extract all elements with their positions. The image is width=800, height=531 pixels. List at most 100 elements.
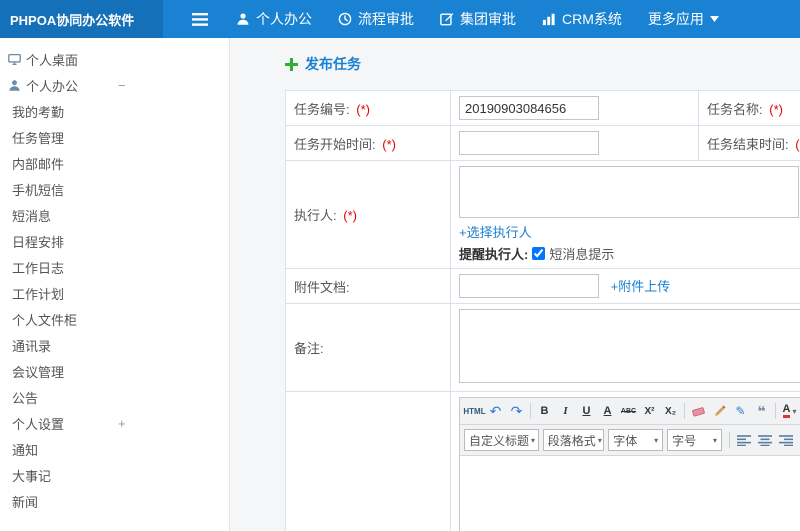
sidebar-item-mobile-sms[interactable]: 手机短信 xyxy=(0,176,229,202)
sidebar-item-notice[interactable]: 通知 xyxy=(0,436,229,462)
editor-toolbar-row1: HTML ↶ ↷ B I U A ABC X² X₂ ✎ ❝ A ▾ xyxy=(460,398,800,425)
sidebar-item-label: 个人文件柜 xyxy=(12,312,78,328)
executor-selection-box[interactable] xyxy=(459,166,799,218)
text-color-glyph: A xyxy=(782,404,791,418)
page-header: 发布任务 xyxy=(285,54,800,74)
attachment-label-cell: 附件文档: xyxy=(285,268,451,304)
expand-toggle-icon[interactable]: + xyxy=(118,410,126,436)
sidebar-item-milestones[interactable]: 大事记 xyxy=(0,462,229,488)
subscript-button[interactable]: X₂ xyxy=(660,401,681,421)
start-time-label-cell: 任务开始时间: (*) xyxy=(285,125,451,161)
sidebar-item-contacts[interactable]: 通讯录 xyxy=(0,332,229,358)
form-row-description: 任务描述: (*) HTML ↶ ↷ B I U A ABC X² xyxy=(285,391,800,531)
font-size-select[interactable]: 字号 ▾ xyxy=(667,429,723,451)
sidebar-item-personal-desktop[interactable]: 个人桌面 xyxy=(0,46,229,72)
sidebar-item-personal-settings[interactable]: 个人设置 + xyxy=(0,410,229,436)
nav-item-group-approval[interactable]: 集团审批 xyxy=(427,0,529,38)
add-plus-icon xyxy=(285,57,298,71)
sidebar-item-label: 会议管理 xyxy=(12,364,65,380)
attachment-upload-link[interactable]: +附件上传 xyxy=(611,279,671,294)
hamburger-bars xyxy=(192,12,208,26)
format-brush-icon[interactable] xyxy=(709,401,730,421)
nav-item-more-apps[interactable]: 更多应用 xyxy=(635,0,732,38)
form-row-time: 任务开始时间: (*) 任务结束时间: (*) xyxy=(285,125,800,161)
sidebar-item-announcement[interactable]: 公告 xyxy=(0,384,229,410)
nav-item-personal-office[interactable]: 个人办公 xyxy=(223,0,325,38)
end-time-label: 任务结束时间: xyxy=(707,136,789,152)
remark-label-cell: 备注: xyxy=(285,303,451,392)
sidebar-item-label: 我的考勤 xyxy=(12,104,65,120)
attachment-label: 附件文档: xyxy=(294,279,350,295)
sidebar-item-short-message[interactable]: 短消息 xyxy=(0,202,229,228)
sidebar-item-label: 公告 xyxy=(12,390,39,406)
paragraph-format-select-value: 段落格式 xyxy=(547,433,596,448)
editor-content-area[interactable] xyxy=(460,456,800,531)
sidebar-item-label: 大事记 xyxy=(12,468,52,484)
sidebar-item-label: 内部邮件 xyxy=(12,156,65,172)
align-right-icon[interactable] xyxy=(775,430,796,450)
font-family-select-value: 字体 xyxy=(613,433,638,448)
top-navbar: PHPOA协同办公软件 个人办公 流程审批 集团审批 CRM系统 更多应用 xyxy=(0,0,800,38)
strikethrough-button[interactable]: ABC xyxy=(618,401,639,421)
superscript-button[interactable]: X² xyxy=(639,401,660,421)
bold-button[interactable]: B xyxy=(534,401,555,421)
undo-button[interactable]: ↶ xyxy=(485,401,506,421)
publish-task-form: 任务编号: (*) 任务名称: (*) 任务开始时间: (*) 任务结束时间: xyxy=(285,90,800,531)
form-row-executor: 执行人: (*) +选择执行人 提醒执行人: 短消息提示 xyxy=(285,160,800,269)
task-number-input-cell xyxy=(450,90,699,126)
choose-executor-link[interactable]: +选择执行人 xyxy=(459,225,532,240)
sidebar-item-label: 新闻 xyxy=(12,494,39,510)
remove-format-eraser-icon[interactable] xyxy=(688,401,709,421)
nav-item-crm-system[interactable]: CRM系统 xyxy=(529,0,635,38)
sidebar-item-personal-office[interactable]: 个人办公 − xyxy=(0,72,229,98)
hamburger-menu-icon[interactable] xyxy=(177,0,223,38)
toolbar-separator xyxy=(530,403,531,419)
sidebar-item-my-attendance[interactable]: 我的考勤 xyxy=(0,98,229,124)
font-button[interactable]: A xyxy=(597,401,618,421)
sidebar-item-news[interactable]: 新闻 xyxy=(0,488,229,514)
sidebar-item-task-management[interactable]: 任务管理 xyxy=(0,124,229,150)
sms-remind-checkbox[interactable] xyxy=(532,247,546,260)
underline-button[interactable]: U xyxy=(576,401,597,421)
page-title: 发布任务 xyxy=(305,56,361,72)
italic-button[interactable]: I xyxy=(555,401,576,421)
toolbar-separator xyxy=(729,432,731,448)
task-name-label: 任务名称: xyxy=(707,101,763,117)
blockquote-button[interactable]: ❝ xyxy=(751,401,772,421)
required-mark: (*) xyxy=(769,101,783,117)
sidebar-item-schedule[interactable]: 日程安排 xyxy=(0,228,229,254)
text-color-button[interactable]: A ▾ xyxy=(779,401,800,421)
sidebar-item-internal-mail[interactable]: 内部邮件 xyxy=(0,150,229,176)
attachment-input-cell: +附件上传 xyxy=(450,268,800,304)
task-name-label-cell: 任务名称: (*) xyxy=(698,90,800,126)
paragraph-format-select[interactable]: 段落格式 ▾ xyxy=(542,429,605,451)
sidebar-item-meeting-management[interactable]: 会议管理 xyxy=(0,358,229,384)
custom-title-select[interactable]: 自定义标题 ▾ xyxy=(464,429,539,451)
nav-item-workflow-approval[interactable]: 流程审批 xyxy=(325,0,427,38)
executor-label-cell: 执行人: (*) xyxy=(285,160,451,269)
remark-textarea[interactable] xyxy=(459,309,800,383)
sidebar-item-work-log[interactable]: 工作日志 xyxy=(0,254,229,280)
redo-button[interactable]: ↷ xyxy=(506,401,527,421)
editor-toolbar-row2: 自定义标题 ▾ 段落格式 ▾ 字体 ▾ 字号 ▾ xyxy=(460,425,800,456)
sidebar-item-label: 通讯录 xyxy=(12,338,52,354)
font-family-select[interactable]: 字体 ▾ xyxy=(608,429,664,451)
align-left-icon[interactable] xyxy=(733,430,754,450)
attachment-input[interactable] xyxy=(459,274,599,298)
caret-down-icon: ▾ xyxy=(597,435,602,445)
edit-pencil-icon[interactable]: ✎ xyxy=(730,401,751,421)
collapse-toggle-icon[interactable]: − xyxy=(118,72,126,98)
caret-down-icon: ▾ xyxy=(792,406,797,416)
task-number-input[interactable] xyxy=(459,96,599,120)
sidebar-item-work-plan[interactable]: 工作计划 xyxy=(0,280,229,306)
caret-down-icon: ▾ xyxy=(654,435,659,445)
sidebar-item-label: 手机短信 xyxy=(12,182,65,198)
sidebar-item-label: 日程安排 xyxy=(12,234,65,250)
caret-down-icon xyxy=(709,16,719,22)
task-number-label-cell: 任务编号: (*) xyxy=(285,90,451,126)
align-center-icon[interactable] xyxy=(754,430,775,450)
html-source-button[interactable]: HTML xyxy=(463,401,485,421)
rich-text-editor: HTML ↶ ↷ B I U A ABC X² X₂ ✎ ❝ A ▾ 自定义标题… xyxy=(459,397,800,531)
start-time-input[interactable] xyxy=(459,131,599,155)
sidebar-item-personal-files[interactable]: 个人文件柜 xyxy=(0,306,229,332)
